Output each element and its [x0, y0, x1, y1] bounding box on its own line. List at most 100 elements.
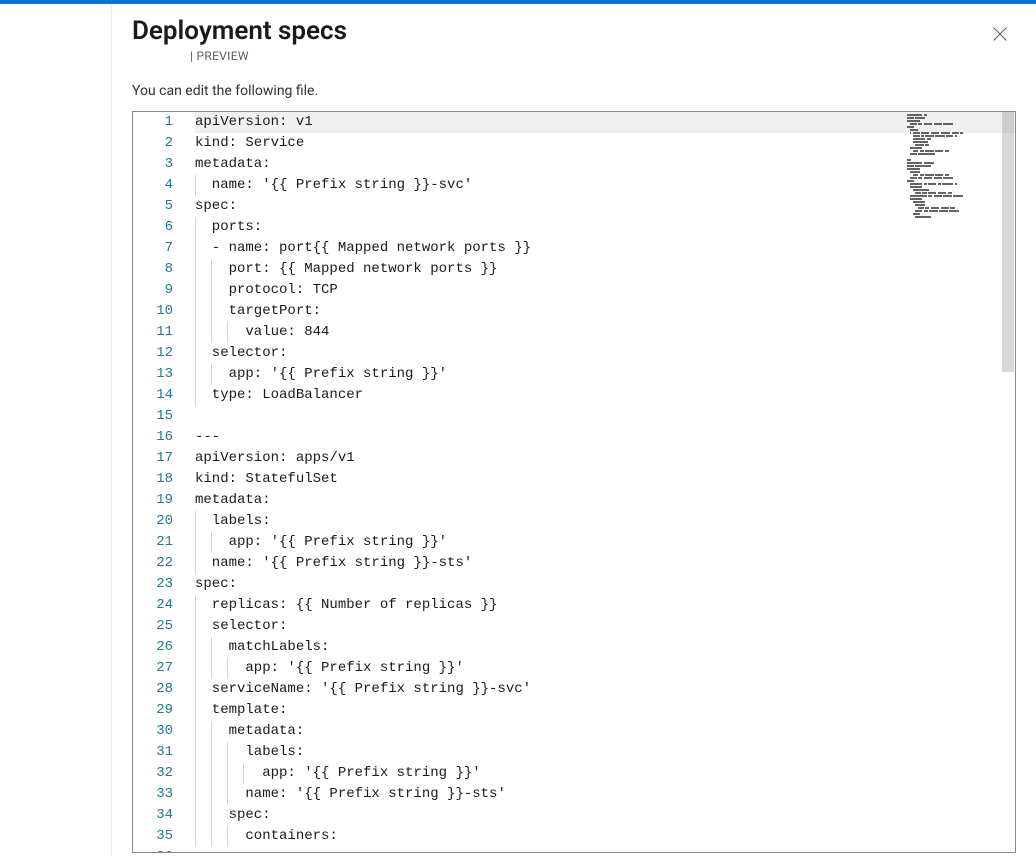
code-text: type: LoadBalancer — [195, 387, 363, 403]
code-line[interactable]: --- — [195, 427, 1015, 448]
code-line[interactable]: labels: — [195, 742, 1015, 763]
code-text: value: 844 — [195, 324, 329, 340]
line-number: 31 — [133, 742, 187, 763]
line-number: 6 — [133, 217, 187, 238]
code-line[interactable]: targetPort: — [195, 301, 1015, 322]
code-line[interactable]: apiVersion: v1 — [195, 112, 1015, 133]
code-text: labels: — [195, 513, 271, 529]
code-line[interactable]: spec: — [195, 805, 1015, 826]
line-number: 32 — [133, 763, 187, 784]
panel-subtext: You can edit the following file. — [132, 83, 1016, 99]
code-line[interactable]: value: 844 — [195, 322, 1015, 343]
code-line[interactable]: name: '{{ Prefix string }}-sts' — [195, 784, 1015, 805]
code-line[interactable]: - name: port{{ Mapped network ports }} — [195, 238, 1015, 259]
code-text: name: '{{ Prefix string }}-svc' — [195, 177, 472, 193]
line-number-gutter: 1234567891011121314151617181920212223242… — [133, 112, 187, 852]
line-number: 13 — [133, 364, 187, 385]
code-line[interactable]: app: '{{ Prefix string }}' — [195, 763, 1015, 784]
code-line[interactable]: selector: — [195, 616, 1015, 637]
code-text: app: '{{ Prefix string }}' — [195, 534, 447, 550]
line-number: 23 — [133, 574, 187, 595]
line-number: 30 — [133, 721, 187, 742]
line-number: 25 — [133, 616, 187, 637]
code-text: --- — [195, 429, 220, 445]
line-number: 12 — [133, 343, 187, 364]
line-number: 36 — [133, 847, 187, 853]
line-number: 5 — [133, 196, 187, 217]
code-line[interactable]: kind: StatefulSet — [195, 469, 1015, 490]
close-icon — [993, 27, 1007, 41]
code-line[interactable]: name: '{{ Prefix string }}-sts' — [195, 553, 1015, 574]
code-editor[interactable]: 1234567891011121314151617181920212223242… — [132, 111, 1016, 853]
line-number: 27 — [133, 658, 187, 679]
code-line[interactable]: spec: — [195, 574, 1015, 595]
code-line[interactable]: app: '{{ Prefix string }}' — [195, 364, 1015, 385]
code-text: app: '{{ Prefix string }}' — [195, 660, 464, 676]
line-number: 29 — [133, 700, 187, 721]
code-text: metadata: — [195, 492, 271, 508]
line-number: 17 — [133, 448, 187, 469]
code-text: protocol: TCP — [195, 282, 338, 298]
code-text: app: '{{ Prefix string }}' — [195, 765, 481, 781]
line-number: 24 — [133, 595, 187, 616]
line-number: 2 — [133, 133, 187, 154]
line-number: 18 — [133, 469, 187, 490]
code-line[interactable]: labels: — [195, 511, 1015, 532]
line-number: 1 — [133, 112, 187, 133]
code-line[interactable]: metadata: — [195, 490, 1015, 511]
vertical-scrollbar[interactable] — [1001, 112, 1015, 852]
code-text: kind: StatefulSet — [195, 471, 338, 487]
code-line[interactable]: type: LoadBalancer — [195, 385, 1015, 406]
code-line[interactable]: protocol: TCP — [195, 280, 1015, 301]
line-number: 15 — [133, 406, 187, 427]
line-number: 8 — [133, 259, 187, 280]
scrollbar-thumb[interactable] — [1002, 112, 1014, 372]
code-line[interactable]: containers: — [195, 826, 1015, 847]
code-line[interactable]: template: — [195, 700, 1015, 721]
code-text: ports: — [195, 219, 262, 235]
code-line[interactable]: ports: — [195, 217, 1015, 238]
code-line[interactable]: spec: — [195, 196, 1015, 217]
line-number: 11 — [133, 322, 187, 343]
line-number: 35 — [133, 826, 187, 847]
code-text: containers: — [195, 828, 338, 844]
panel-title: Deployment specs — [132, 16, 347, 47]
code-text: apiVersion: apps/v1 — [195, 450, 355, 466]
code-line[interactable]: apiVersion: apps/v1 — [195, 448, 1015, 469]
preview-badge: | PREVIEW — [190, 49, 347, 63]
code-line[interactable]: port: {{ Mapped network ports }} — [195, 259, 1015, 280]
code-line[interactable]: serviceName: '{{ Prefix string }}-svc' — [195, 679, 1015, 700]
line-number: 3 — [133, 154, 187, 175]
code-line[interactable] — [195, 406, 1015, 427]
code-line[interactable]: selector: — [195, 343, 1015, 364]
code-line[interactable]: metadata: — [195, 721, 1015, 742]
code-text: kind: Service — [195, 135, 304, 151]
code-text: name: '{{ Prefix string }}-sts' — [195, 555, 472, 571]
close-button[interactable] — [984, 18, 1016, 50]
code-text: spec: — [195, 576, 237, 592]
code-text: port: {{ Mapped network ports }} — [195, 261, 497, 277]
deployment-specs-panel: Deployment specs | PREVIEW You can edit … — [112, 4, 1036, 856]
code-line[interactable]: matchLabels: — [195, 637, 1015, 658]
code-line[interactable]: replicas: {{ Number of replicas }} — [195, 595, 1015, 616]
code-text: name: '{{ Prefix string }}-sts' — [195, 786, 506, 802]
left-empty-gutter — [0, 4, 112, 856]
line-number: 20 — [133, 511, 187, 532]
minimap[interactable] — [907, 114, 1001, 234]
code-text: targetPort: — [195, 303, 321, 319]
code-text: spec: — [195, 807, 271, 823]
line-number: 9 — [133, 280, 187, 301]
line-number: 26 — [133, 637, 187, 658]
code-text: apiVersion: v1 — [195, 114, 313, 130]
code-line[interactable]: kind: Service — [195, 133, 1015, 154]
line-number: 10 — [133, 301, 187, 322]
code-line[interactable]: name: '{{ Prefix string }}-svc' — [195, 175, 1015, 196]
line-number: 4 — [133, 175, 187, 196]
code-line[interactable]: metadata: — [195, 154, 1015, 175]
line-number: 19 — [133, 490, 187, 511]
code-line[interactable]: app: '{{ Prefix string }}' — [195, 658, 1015, 679]
line-number: 34 — [133, 805, 187, 826]
code-line[interactable]: app: '{{ Prefix string }}' — [195, 532, 1015, 553]
code-text: replicas: {{ Number of replicas }} — [195, 597, 497, 613]
code-text-area[interactable]: apiVersion: v1 kind: Service metadata: nam… — [187, 112, 1015, 852]
